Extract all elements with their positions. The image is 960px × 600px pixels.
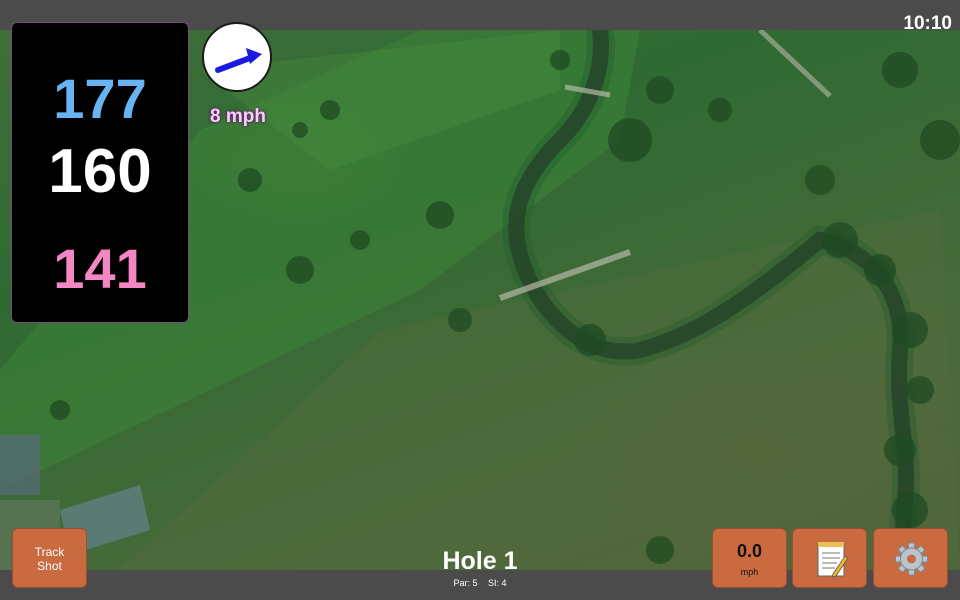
track-shot-label: Track Shot <box>13 545 86 574</box>
wind-speed: 8 mph <box>210 106 266 127</box>
front-yardage: 141 <box>53 237 147 300</box>
hole-meta: Par: 5 SI: 4 <box>380 578 580 588</box>
speed-value: 0.0 <box>736 541 763 561</box>
settings-button[interactable] <box>873 528 948 588</box>
hole-par: Par: 5 <box>453 578 478 588</box>
back-yardage: 177 <box>53 67 147 130</box>
track-shot-line1: Track <box>34 545 65 559</box>
wind-arrow-icon <box>215 48 262 73</box>
yardage-panel: 177 160 141 <box>11 22 189 323</box>
hole-title: Hole 1 <box>442 547 518 575</box>
speed-button[interactable]: 0.0 mph <box>712 528 787 588</box>
middle-yardage: 160 <box>48 137 152 206</box>
notes-button[interactable] <box>792 528 867 588</box>
speed-unit: mph <box>740 567 759 577</box>
notepad-icon <box>817 542 849 578</box>
track-shot-button[interactable]: Track Shot <box>12 528 87 588</box>
gear-icon <box>895 542 928 576</box>
hole-si: SI: 4 <box>488 578 507 588</box>
track-shot-line2: Shot <box>37 558 62 573</box>
wind-indicator[interactable] <box>202 22 272 92</box>
